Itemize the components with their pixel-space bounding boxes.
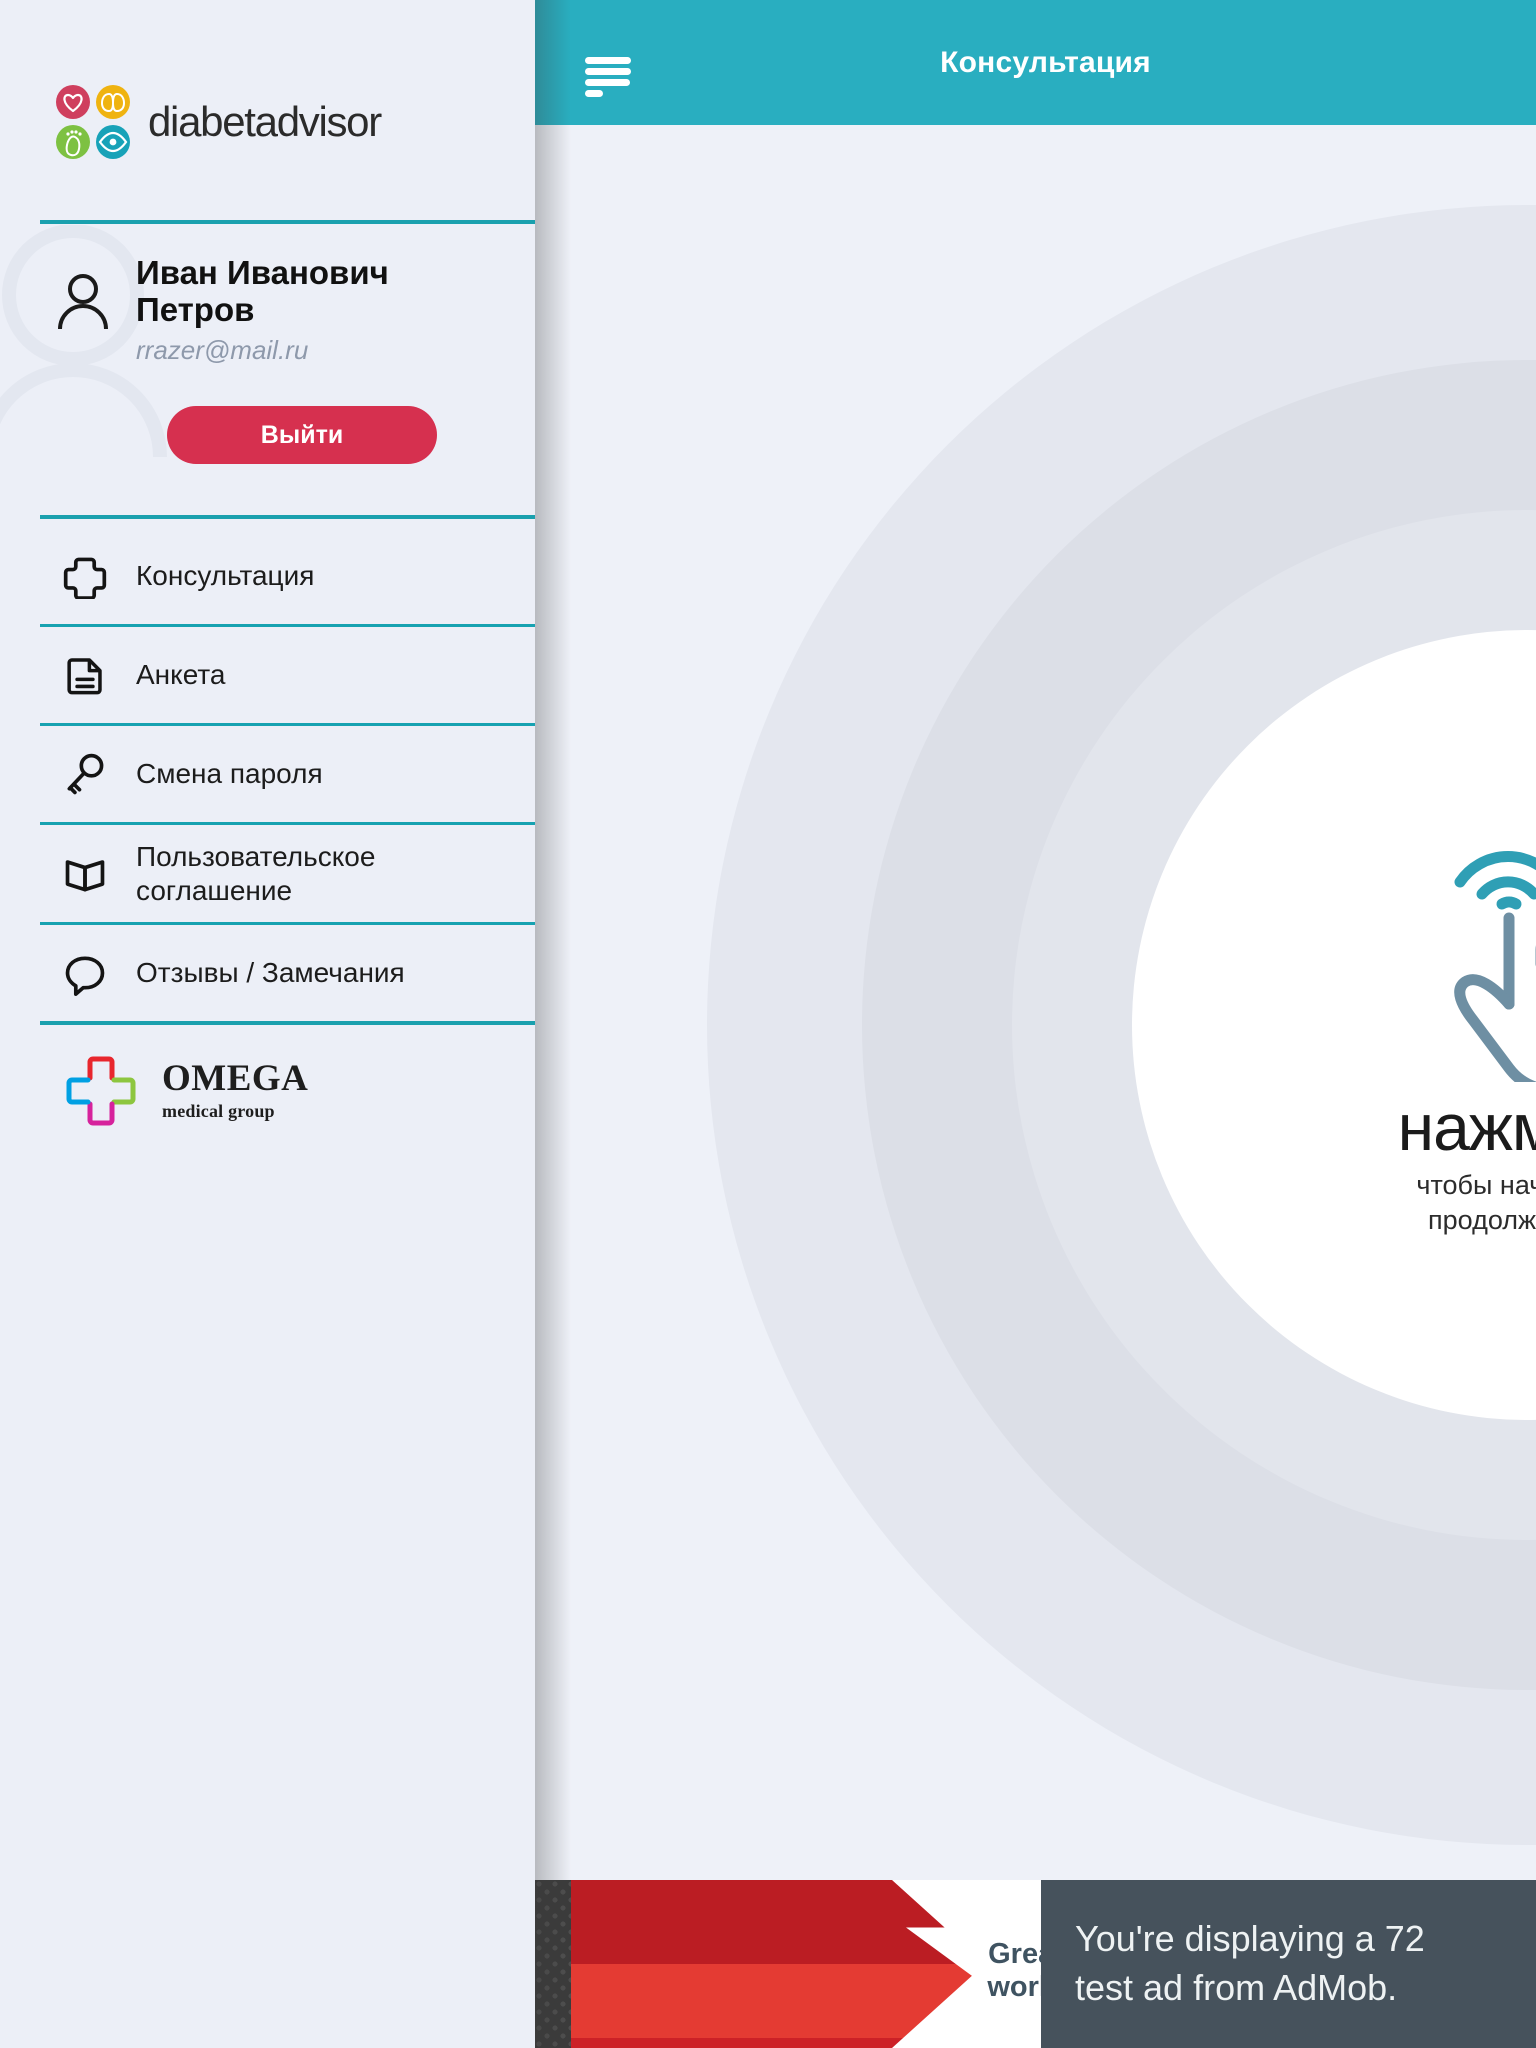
user-profile: Иван Иванович Петров rrazer@mail.ru	[56, 254, 466, 366]
sidebar-item-feedback[interactable]: Отзывы / Замечания	[0, 925, 535, 1021]
sidebar-item-questionnaire[interactable]: Анкета	[0, 627, 535, 723]
omega-cross-icon	[58, 1048, 144, 1134]
main-content: нажмите чтобы начать или продолжить чат …	[535, 0, 1536, 2048]
foot-icon	[56, 125, 90, 159]
key-icon	[60, 749, 110, 799]
drawer-shadow	[535, 0, 571, 2048]
partner-text: OMEGA medical group	[162, 1060, 308, 1122]
heart-icon	[56, 85, 90, 119]
speech-bubble-icon	[60, 948, 110, 998]
concentric-rings-background: нажмите чтобы начать или продолжить чат	[535, 125, 1536, 1914]
sidebar-item-label: Анкета	[136, 659, 226, 691]
sidebar-item-label: Отзывы / Замечания	[136, 957, 405, 989]
admob-ad-banner[interactable]: Great work! You're displaying a 72 test …	[535, 1880, 1536, 2048]
app-bar: Консультация	[535, 0, 1536, 125]
partner-logo: OMEGA medical group	[58, 1048, 308, 1134]
hamburger-line-2	[585, 68, 631, 75]
app-screen: нажмите чтобы начать или продолжить чат …	[0, 0, 1536, 2048]
hamburger-line-1	[585, 57, 631, 64]
ad-text-line-2: test ad from AdMob.	[1075, 1967, 1398, 2008]
partner-name: OMEGA	[162, 1058, 309, 1099]
document-icon	[60, 650, 110, 700]
page-title: Консультация	[940, 45, 1151, 79]
book-icon	[60, 849, 110, 899]
press-subtitle: чтобы начать или продолжить чат	[1416, 1168, 1536, 1237]
sidebar-item-label: Пользовательское соглашение	[136, 840, 376, 906]
tap-hand-icon	[1427, 812, 1536, 1094]
ad-text: You're displaying a 72 test ad from AdMo…	[1041, 1880, 1536, 2048]
navigation-drawer: diabetadvisor Иван Иванович Петров rraze…	[0, 0, 535, 2048]
medical-cross-icon	[60, 551, 110, 601]
press-subtitle-line-1: чтобы начать или	[1416, 1170, 1536, 1201]
ad-star-line-1: Great	[988, 1937, 1041, 1970]
logout-button[interactable]: Выйти	[167, 406, 437, 464]
brand-logo: diabetadvisor	[56, 85, 382, 159]
nav-separator-bottom	[40, 1021, 535, 1025]
ad-text-line-1: You're displaying a 72	[1075, 1918, 1425, 1960]
sidebar-item-user-agreement[interactable]: Пользовательское соглашение	[0, 825, 535, 922]
sidebar-item-change-password[interactable]: Смена пароля	[0, 726, 535, 822]
press-subtitle-line-2: продолжить чат	[1428, 1205, 1536, 1235]
user-text: Иван Иванович Петров rrazer@mail.ru	[136, 254, 466, 366]
partner-subtitle: medical group	[162, 1101, 275, 1121]
sidebar-item-consultation[interactable]: Консультация	[0, 528, 535, 624]
hamburger-icon[interactable]	[585, 57, 631, 97]
ad-star-line-2: work!	[987, 1971, 1041, 2003]
person-icon	[56, 273, 110, 331]
user-email: rrazer@mail.ru	[136, 334, 309, 365]
brand-name: diabetadvisor	[148, 98, 382, 145]
brand-marks	[56, 85, 130, 159]
start-chat-button[interactable]: нажмите чтобы начать или продолжить чат	[1132, 630, 1536, 1420]
hamburger-line-3	[585, 79, 631, 86]
press-title: нажмите	[1397, 1090, 1536, 1165]
divider-nav-top	[40, 515, 535, 519]
ad-ribbon: Great work!	[571, 1880, 1041, 2048]
eye-icon	[96, 125, 130, 159]
divider-top	[40, 220, 535, 224]
hamburger-line-4	[585, 90, 604, 97]
user-name: Иван Иванович Петров	[136, 254, 389, 328]
sidebar-item-label: Консультация	[136, 560, 315, 592]
kidney-icon	[96, 85, 130, 119]
nav-list: Консультация Анкета Смена пароля Пользов…	[0, 528, 535, 1025]
sidebar-item-label: Смена пароля	[136, 758, 323, 790]
ad-star-label: Great work!	[901, 1880, 1041, 2048]
